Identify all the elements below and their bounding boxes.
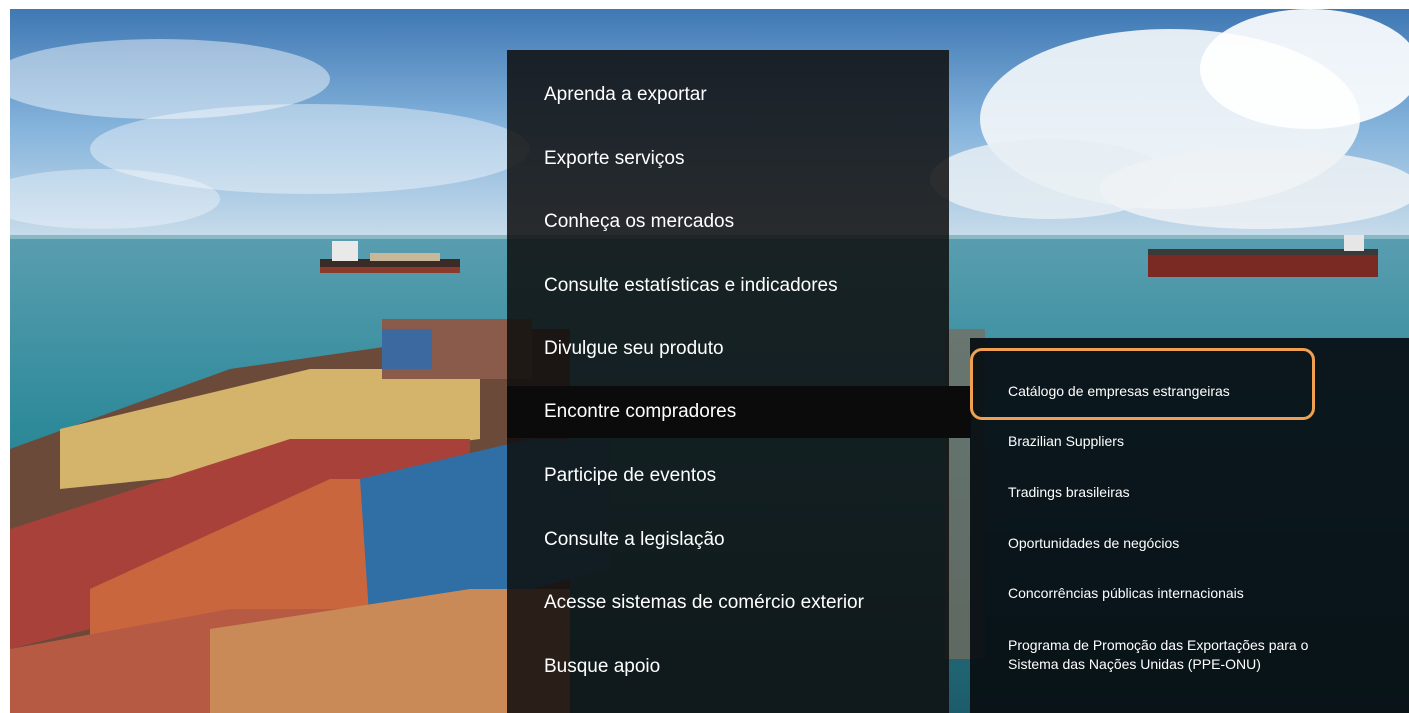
submenu-item-catalogo-empresas-estrangeiras[interactable]: Catálogo de empresas estrangeiras [1008, 382, 1388, 401]
menu-item-label: Consulte estatísticas e indicadores [544, 275, 838, 296]
submenu-item-brazilian-suppliers[interactable]: Brazilian Suppliers [1008, 432, 1388, 451]
menu-item-aprenda-a-exportar[interactable]: Aprenda a exportar [507, 70, 949, 120]
menu-item-label: Busque apoio [544, 656, 661, 677]
submenu-item-label: Brazilian Suppliers [1008, 433, 1124, 449]
menu-item-consulte-estatisticas[interactable]: Consulte estatísticas e indicadores [507, 261, 949, 311]
menu-item-conheca-os-mercados[interactable]: Conheça os mercados [507, 197, 949, 247]
menu-item-label: Conheça os mercados [544, 211, 735, 232]
submenu-encontre-compradores: Catálogo de empresas estrangeiras Brazil… [970, 338, 1409, 713]
submenu-item-oportunidades-de-negocios[interactable]: Oportunidades de negócios [1008, 534, 1388, 553]
submenu-item-ppe-onu[interactable]: Programa de Promoção das Exportações par… [1008, 636, 1358, 674]
menu-item-label: Consulte a legislação [544, 529, 725, 550]
menu-item-exporte-servicos[interactable]: Exporte serviços [507, 134, 949, 184]
menu-item-divulgue-seu-produto[interactable]: Divulgue seu produto [507, 324, 949, 374]
menu-item-busque-apoio[interactable]: Busque apoio [507, 642, 949, 692]
submenu-item-label: Oportunidades de negócios [1008, 535, 1180, 551]
menu-item-label: Exporte serviços [544, 148, 685, 169]
menu-item-label: Divulgue seu produto [544, 338, 724, 359]
menu-item-label: Aprenda a exportar [544, 84, 707, 105]
menu-item-label: Participe de eventos [544, 465, 717, 486]
menu-item-participe-de-eventos[interactable]: Participe de eventos [507, 451, 949, 501]
page: Aprenda a exportar Exporte serviços Conh… [0, 0, 1409, 713]
submenu-item-label: Concorrências públicas internacionais [1008, 585, 1244, 601]
main-menu: Aprenda a exportar Exporte serviços Conh… [507, 50, 971, 713]
submenu-item-label: Tradings brasileiras [1008, 484, 1130, 500]
menu-item-label: Encontre compradores [544, 401, 737, 422]
menu-item-consulte-a-legislacao[interactable]: Consulte a legislação [507, 515, 949, 565]
submenu-item-label: Catálogo de empresas estrangeiras [1008, 383, 1230, 399]
submenu-item-label: Programa de Promoção das Exportações par… [1008, 637, 1309, 672]
menu-item-acesse-sistemas[interactable]: Acesse sistemas de comércio exterior [507, 578, 949, 628]
top-gap [723, 0, 947, 9]
menu-item-encontre-compradores[interactable]: Encontre compradores [507, 386, 971, 438]
menu-item-label: Acesse sistemas de comércio exterior [544, 592, 864, 613]
submenu-item-tradings-brasileiras[interactable]: Tradings brasileiras [1008, 483, 1388, 502]
submenu-item-concorrencias-publicas[interactable]: Concorrências públicas internacionais [1008, 584, 1388, 603]
